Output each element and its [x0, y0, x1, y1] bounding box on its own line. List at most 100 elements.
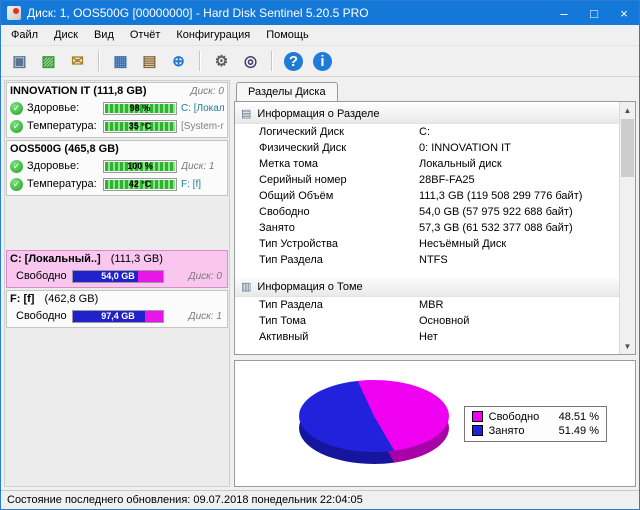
info-key: Общий Объём	[259, 190, 334, 202]
info-key: Физический Диск	[259, 142, 347, 154]
web-globe-icon[interactable]: ⊕	[165, 49, 192, 74]
save-report-icon[interactable]: ▤	[136, 49, 163, 74]
info-value: 111,3 GB (119 508 299 776 байт)	[419, 190, 583, 202]
legend-label: Занято	[488, 424, 525, 437]
main-area: Разделы Диска ▤ Информация о Разделе Лог…	[234, 80, 636, 487]
disk-health-icon[interactable]: ▨	[35, 49, 62, 74]
disk-number-label: Диск: 0	[190, 85, 224, 97]
menu-item[interactable]: Конфигурация	[168, 26, 258, 44]
free-label: Свободно	[16, 310, 67, 322]
section-header: ▥ Информация о Томе	[235, 277, 619, 297]
info-row: Серийный номер 28BF-FA25	[235, 172, 619, 188]
disk-panel-0[interactable]: INNOVATION IT (111,8 GB) Диск: 0 ✓ Здоро…	[6, 82, 228, 138]
legend-label: Свободно	[488, 410, 540, 423]
partition-name: F: [f]	[10, 293, 35, 305]
close-button[interactable]: ×	[609, 1, 639, 25]
info-key: Занято	[259, 222, 295, 234]
disk-header: INNOVATION IT (111,8 GB) Диск: 0	[10, 85, 224, 97]
section-title: Информация о Томе	[257, 280, 363, 293]
partition-free-row: Свободно 97,4 GB Диск: 1	[10, 307, 224, 325]
partition-info-panel: ▤ Информация о Разделе Логический Диск C…	[234, 101, 636, 355]
window-controls: – □ ×	[549, 1, 639, 25]
info-key: Свободно	[259, 206, 310, 218]
disk-partitions-text: F: [f]	[181, 178, 201, 190]
menu-item[interactable]: Отчёт	[122, 26, 168, 44]
vertical-scrollbar[interactable]: ▲ ▼	[619, 102, 635, 354]
disk-overview-icon[interactable]: ▣	[6, 49, 33, 74]
legend-value: 51.49 %	[558, 424, 599, 437]
info-key: Тип Раздела	[259, 254, 323, 266]
info-key: Тип Устройства	[259, 238, 338, 250]
info-value: 28BF-FA25	[419, 174, 475, 186]
section-partition-info: ▤ Информация о Разделе Логический Диск C…	[235, 104, 619, 268]
info-key: Тип Раздела	[259, 299, 323, 311]
info-value: MBR	[419, 299, 444, 311]
chart-legend: Свободно 48.51 % Занято 51.49 %	[463, 405, 607, 442]
disk-panel-1[interactable]: OOS500G (465,8 GB) ✓ Здоровье: 100 % Дис…	[6, 140, 228, 196]
menu-item[interactable]: Вид	[86, 26, 122, 44]
legend-item: Свободно 48.51 %	[470, 410, 601, 424]
title-bar: Диск: 1, OOS500G [00000000] - Hard Disk …	[1, 1, 639, 25]
scrollbar-thumb[interactable]	[621, 119, 634, 177]
menu-item[interactable]: Помощь	[258, 26, 317, 44]
info-value: 54,0 GB (57 975 922 688 байт)	[419, 206, 573, 218]
info-icon[interactable]: i	[309, 49, 336, 74]
info-row: Тип Раздела MBR	[235, 297, 619, 313]
app-icon	[7, 6, 21, 20]
info-row: Физический Диск 0: INNOVATION IT	[235, 140, 619, 156]
partition-name: C: [Локальный..]	[10, 253, 101, 265]
menu-item[interactable]: Диск	[46, 26, 86, 44]
info-row: Занято 57,3 GB (61 532 377 088 байт)	[235, 220, 619, 236]
info-row: Тип Раздела NTFS	[235, 252, 619, 268]
section-volume-info: ▥ Информация о Томе Тип Раздела MBR Тип …	[235, 277, 619, 345]
toolbar: ▣ ▨ ✉ ▦ ▤ ⊕ ⚙ ◎ ? i	[1, 46, 639, 77]
info-key: Метка тома	[259, 158, 319, 170]
info-key: Активный	[259, 331, 309, 343]
settings-gear-icon[interactable]: ⚙	[208, 49, 235, 74]
email-report-icon[interactable]: ✉	[64, 49, 91, 74]
maximize-button[interactable]: □	[579, 1, 609, 25]
temperature-row: ✓ Температура: 35 °C [System-res...	[10, 117, 224, 135]
info-row: Общий Объём 111,3 GB (119 508 299 776 ба…	[235, 188, 619, 204]
minimize-button[interactable]: –	[549, 1, 579, 25]
info-rows: Тип Раздела MBR Тип Тома Основной Активн…	[235, 297, 619, 345]
legend-item: Занято 51.49 %	[470, 424, 601, 438]
info-key: Тип Тома	[259, 315, 307, 327]
temperature-row: ✓ Температура: 42 °C F: [f]	[10, 175, 224, 193]
scroll-down-arrow-icon[interactable]: ▼	[620, 338, 635, 354]
menu-item[interactable]: Файл	[3, 26, 46, 44]
partition-panel-c[interactable]: C: [Локальный..] (111,3 GB) Свободно 54,…	[6, 250, 228, 288]
temperature-label: Температура:	[27, 120, 97, 132]
free-space-value: 54,0 GB	[101, 271, 135, 281]
tab-disk-partitions[interactable]: Разделы Диска	[236, 82, 338, 101]
info-value: Нет	[419, 331, 438, 343]
info-value: Локальный диск	[419, 158, 502, 170]
surface-test-icon[interactable]: ▦	[107, 49, 134, 74]
info-row: Активный Нет	[235, 329, 619, 345]
toolbar-separator	[98, 51, 100, 71]
info-value: C:	[419, 126, 430, 138]
health-bar: 98 %	[103, 101, 177, 115]
info-scroll-area: ▤ Информация о Разделе Логический Диск C…	[235, 102, 619, 354]
temperature-ok-icon: ✓	[10, 177, 23, 191]
scroll-up-arrow-icon[interactable]: ▲	[620, 102, 635, 118]
cd-disc-icon[interactable]: ◎	[237, 49, 264, 74]
section-title: Информация о Разделе	[257, 107, 380, 120]
partition-usage-bar: 54,0 GB	[72, 269, 164, 283]
help-icon[interactable]: ?	[280, 49, 307, 74]
free-label: Свободно	[16, 270, 67, 282]
info-key: Серийный номер	[259, 174, 347, 186]
disk-number-label: Диск: 1	[188, 310, 222, 322]
partition-panel-f[interactable]: F: [f] (462,8 GB) Свободно 97,4 GB Диск:…	[6, 290, 228, 328]
info-row: Свободно 54,0 GB (57 975 922 688 байт)	[235, 204, 619, 220]
health-row: ✓ Здоровье: 100 % Диск: 1	[10, 157, 224, 175]
pie-chart	[299, 379, 449, 468]
menu-bar: Файл Диск Вид Отчёт Конфигурация Помощь	[1, 25, 639, 46]
health-ok-icon: ✓	[10, 159, 23, 173]
status-bar: Состояние последнего обновления: 09.07.2…	[1, 490, 639, 509]
partition-usage-bar: 97,4 GB	[72, 309, 164, 323]
info-row: Метка тома Локальный диск	[235, 156, 619, 172]
disk-header: OOS500G (465,8 GB)	[10, 143, 224, 155]
info-value: Основной	[419, 315, 470, 327]
toolbar-separator	[271, 51, 273, 71]
